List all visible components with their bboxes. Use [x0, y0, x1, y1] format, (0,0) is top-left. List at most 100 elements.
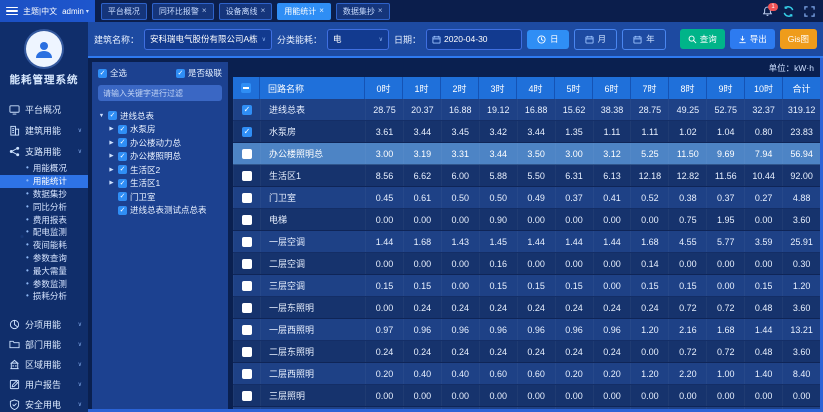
table-row[interactable]: 二层西照明0.200.400.400.600.600.200.201.202.2… [233, 363, 820, 385]
row-checkbox[interactable]: ✓ [242, 127, 252, 137]
gis-button[interactable]: Gis图 [780, 29, 817, 49]
tree-expand-icon[interactable]: ▶ [108, 126, 115, 132]
cascade-checkbox[interactable]: ✓ 是否级联 [176, 67, 222, 79]
export-button[interactable]: 导出 [730, 29, 775, 49]
row-checkbox[interactable] [242, 259, 252, 269]
table-row[interactable]: 生活区18.566.626.005.885.506.316.1312.1812.… [233, 165, 820, 187]
tree-expand-icon[interactable]: ▶ [108, 153, 115, 159]
user-menu[interactable]: admin ▾ [62, 7, 89, 16]
tree-expand-icon[interactable]: ▶ [108, 167, 115, 173]
tree-node[interactable]: ▶✓办公楼动力总 [98, 136, 222, 150]
sidebar-menu-item[interactable]: 安全用电∨ [0, 395, 88, 412]
top-tab[interactable]: 用能统计× [277, 3, 331, 20]
sidebar-submenu-item[interactable]: •同比分析 [0, 200, 88, 213]
row-checkbox[interactable]: ✓ [242, 105, 252, 115]
tree-node[interactable]: ▶✓生活区2 [98, 163, 222, 177]
table-row[interactable]: ✓进线总表28.7520.3716.8819.1216.8815.6238.38… [233, 99, 820, 121]
tree-node[interactable]: ▶✓生活区1 [98, 177, 222, 191]
row-checkbox[interactable] [242, 237, 252, 247]
row-checkbox[interactable] [242, 171, 252, 181]
refresh-icon[interactable] [782, 5, 795, 18]
sidebar-submenu-item[interactable]: •最大需量 [0, 264, 88, 277]
top-tab[interactable]: 平台概况 [101, 3, 147, 20]
row-checkbox[interactable] [242, 369, 252, 379]
hamburger-menu-icon[interactable] [6, 7, 18, 16]
top-tab[interactable]: 同环比报警× [152, 3, 214, 20]
tree-node-checkbox[interactable]: ✓ [108, 111, 117, 120]
sidebar-submenu-item[interactable]: •参数查询 [0, 252, 88, 265]
sidebar-submenu-item[interactable]: •用能概况 [0, 162, 88, 175]
tree-node-checkbox[interactable]: ✓ [118, 152, 127, 161]
tab-close-icon[interactable]: × [202, 7, 207, 15]
row-checkbox[interactable] [242, 215, 252, 225]
tree-node[interactable]: ▼✓进线总表 [98, 109, 222, 123]
sidebar-submenu-item[interactable]: •数据集抄 [0, 188, 88, 201]
tree-expand-icon[interactable]: ▼ [98, 113, 105, 119]
select-all-checkbox[interactable]: ✓ 全选 [98, 67, 127, 79]
row-checkbox[interactable] [242, 391, 252, 401]
table-row[interactable]: 三层空调0.150.150.000.150.150.150.000.150.15… [233, 275, 820, 297]
table-row[interactable]: ✓水泵房3.613.443.453.423.441.351.111.111.02… [233, 121, 820, 143]
tree-node-checkbox[interactable]: ✓ [118, 125, 127, 134]
table-row[interactable]: 二层空调0.000.000.000.160.000.000.000.140.00… [233, 253, 820, 275]
sidebar-submenu-item[interactable]: •夜间能耗 [0, 239, 88, 252]
row-checkbox[interactable] [242, 325, 252, 335]
row-checkbox[interactable] [242, 347, 252, 357]
table-row[interactable]: 一层空调1.441.681.431.451.441.441.441.684.55… [233, 231, 820, 253]
tree-node-checkbox[interactable]: ✓ [118, 179, 127, 188]
sidebar-menu-item[interactable]: 分项用能∨ [0, 315, 88, 335]
hour-value-cell: 3.59 [744, 231, 782, 252]
tree-expand-icon[interactable]: ▶ [108, 140, 115, 146]
tree-node-checkbox[interactable]: ✓ [118, 165, 127, 174]
tree-node-checkbox[interactable]: ✓ [118, 192, 127, 201]
table-row[interactable]: 一层西照明0.970.960.960.960.960.960.961.202.1… [233, 319, 820, 341]
top-tab[interactable]: 设备离线× [219, 3, 273, 20]
table-row[interactable]: 电梯0.000.000.000.900.000.000.000.000.751.… [233, 209, 820, 231]
table-row[interactable]: 一层东照明0.000.240.240.240.240.240.240.240.7… [233, 297, 820, 319]
table-row[interactable]: 三层照明0.000.000.000.000.000.000.000.000.00… [233, 385, 820, 407]
row-checkbox[interactable] [242, 281, 252, 291]
table-row[interactable]: 二层东照明0.240.240.240.240.240.240.240.000.7… [233, 341, 820, 363]
sidebar-submenu-item[interactable]: •用能统计 [0, 175, 88, 188]
query-button[interactable]: 查询 [680, 29, 725, 49]
tree-node-checkbox[interactable]: ✓ [118, 138, 127, 147]
sidebar-submenu-item[interactable]: •费用报表 [0, 213, 88, 226]
table-row[interactable]: 门卫室0.450.610.500.500.490.370.410.520.380… [233, 187, 820, 209]
period-day-button[interactable]: 日 [527, 30, 569, 49]
tab-close-icon[interactable]: × [319, 7, 324, 15]
tree-search-input[interactable] [98, 85, 222, 101]
sidebar-menu-item[interactable]: 区域用能∨ [0, 355, 88, 375]
chevron-down-icon: ∨ [78, 127, 82, 134]
sidebar-menu-item[interactable]: 平台概况 [0, 99, 88, 120]
row-checkbox[interactable] [242, 193, 252, 203]
theme-language-label[interactable]: 主题|中文 [23, 6, 57, 17]
sidebar-menu-item[interactable]: 用户报告∨ [0, 375, 88, 395]
tree-expand-icon[interactable]: ▶ [108, 180, 115, 186]
sidebar-submenu-item[interactable]: •损耗分析 [0, 290, 88, 303]
tree-node[interactable]: ✓门卫室 [98, 190, 222, 204]
notification-bell-icon[interactable]: 1 [762, 6, 773, 17]
row-checkbox[interactable] [242, 149, 252, 159]
tree-node-checkbox[interactable]: ✓ [118, 206, 127, 215]
top-tab[interactable]: 数据集抄× [336, 3, 390, 20]
period-year-button[interactable]: 年 [622, 29, 666, 50]
tree-node[interactable]: ✓进线总表测试点总表 [98, 204, 222, 218]
tree-node[interactable]: ▶✓办公楼照明总 [98, 150, 222, 164]
row-checkbox[interactable] [242, 303, 252, 313]
tab-close-icon[interactable]: × [261, 7, 266, 15]
sidebar-menu-item[interactable]: 建筑用能∨ [0, 120, 88, 141]
table-row[interactable]: 办公楼照明总3.003.193.313.443.503.003.125.2511… [233, 143, 820, 165]
fullscreen-icon[interactable] [804, 6, 815, 17]
tree-node[interactable]: ▶✓水泵房 [98, 123, 222, 137]
sidebar-menu-item[interactable]: 部门用能∨ [0, 335, 88, 355]
tab-close-icon[interactable]: × [378, 7, 383, 15]
building-select[interactable]: 安科瑞电气股份有限公司A栋 ∨ [144, 29, 272, 50]
sidebar-submenu-item[interactable]: •配电监测 [0, 226, 88, 239]
sidebar-submenu-item[interactable]: •参数监测 [0, 277, 88, 290]
sidebar-menu-item[interactable]: 支路用能∨ [0, 141, 88, 162]
table-row[interactable]: 四层照明0.320.320.320.320.320.320.320.161.28… [233, 407, 820, 409]
period-month-button[interactable]: 月 [574, 29, 618, 50]
date-input[interactable]: 2020-04-30 [426, 29, 522, 50]
category-select[interactable]: 电 ∨ [327, 29, 389, 50]
select-all-rows-checkbox[interactable] [241, 83, 251, 93]
